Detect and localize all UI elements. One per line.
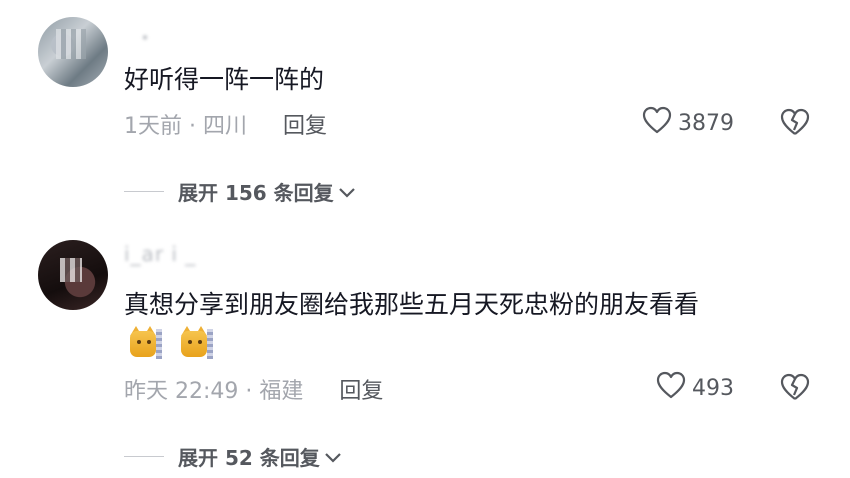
username[interactable]: i_ar i _ <box>124 242 196 266</box>
chevron-down-icon <box>324 445 342 469</box>
sticker-row <box>128 325 225 363</box>
reply-button[interactable]: 回复 <box>339 373 383 405</box>
comment-meta: 昨天 22:49 · 福建 回复 <box>124 373 383 405</box>
time-location: 1天前 · 四川 <box>124 114 247 139</box>
like-button[interactable]: 493 <box>656 371 734 405</box>
expand-label: 展开 52 条回复 <box>178 446 320 470</box>
reply-button[interactable]: 回复 <box>283 108 327 140</box>
username[interactable]: ・ <box>124 22 167 51</box>
comment-meta: 1天前 · 四川 回复 <box>124 108 327 140</box>
expand-label: 展开 156 条回复 <box>178 181 334 205</box>
expand-replies-button[interactable]: 展开 52 条回复 <box>124 442 342 471</box>
comment-text: 真想分享到朋友圈给我那些五月天死忠粉的朋友看看 <box>124 290 700 319</box>
chevron-down-icon <box>338 180 356 204</box>
like-button[interactable]: 3879 <box>642 106 734 140</box>
comment-text: 好听得一阵一阵的 <box>124 65 325 94</box>
avatar[interactable] <box>38 17 108 87</box>
cat-emoji <box>128 325 162 359</box>
divider <box>124 456 164 457</box>
like-count: 3879 <box>678 110 734 136</box>
broken-heart-icon <box>780 373 810 405</box>
expand-replies-button[interactable]: 展开 156 条回复 <box>124 177 356 206</box>
time-location: 昨天 22:49 · 福建 <box>124 379 304 404</box>
broken-heart-icon <box>780 108 810 140</box>
cat-emoji <box>179 325 214 359</box>
avatar[interactable] <box>38 240 108 310</box>
like-count: 493 <box>692 375 734 401</box>
dislike-button[interactable] <box>780 108 810 140</box>
dislike-button[interactable] <box>780 373 810 405</box>
divider <box>124 191 164 192</box>
heart-outline-icon <box>656 371 686 405</box>
heart-outline-icon <box>642 106 672 140</box>
